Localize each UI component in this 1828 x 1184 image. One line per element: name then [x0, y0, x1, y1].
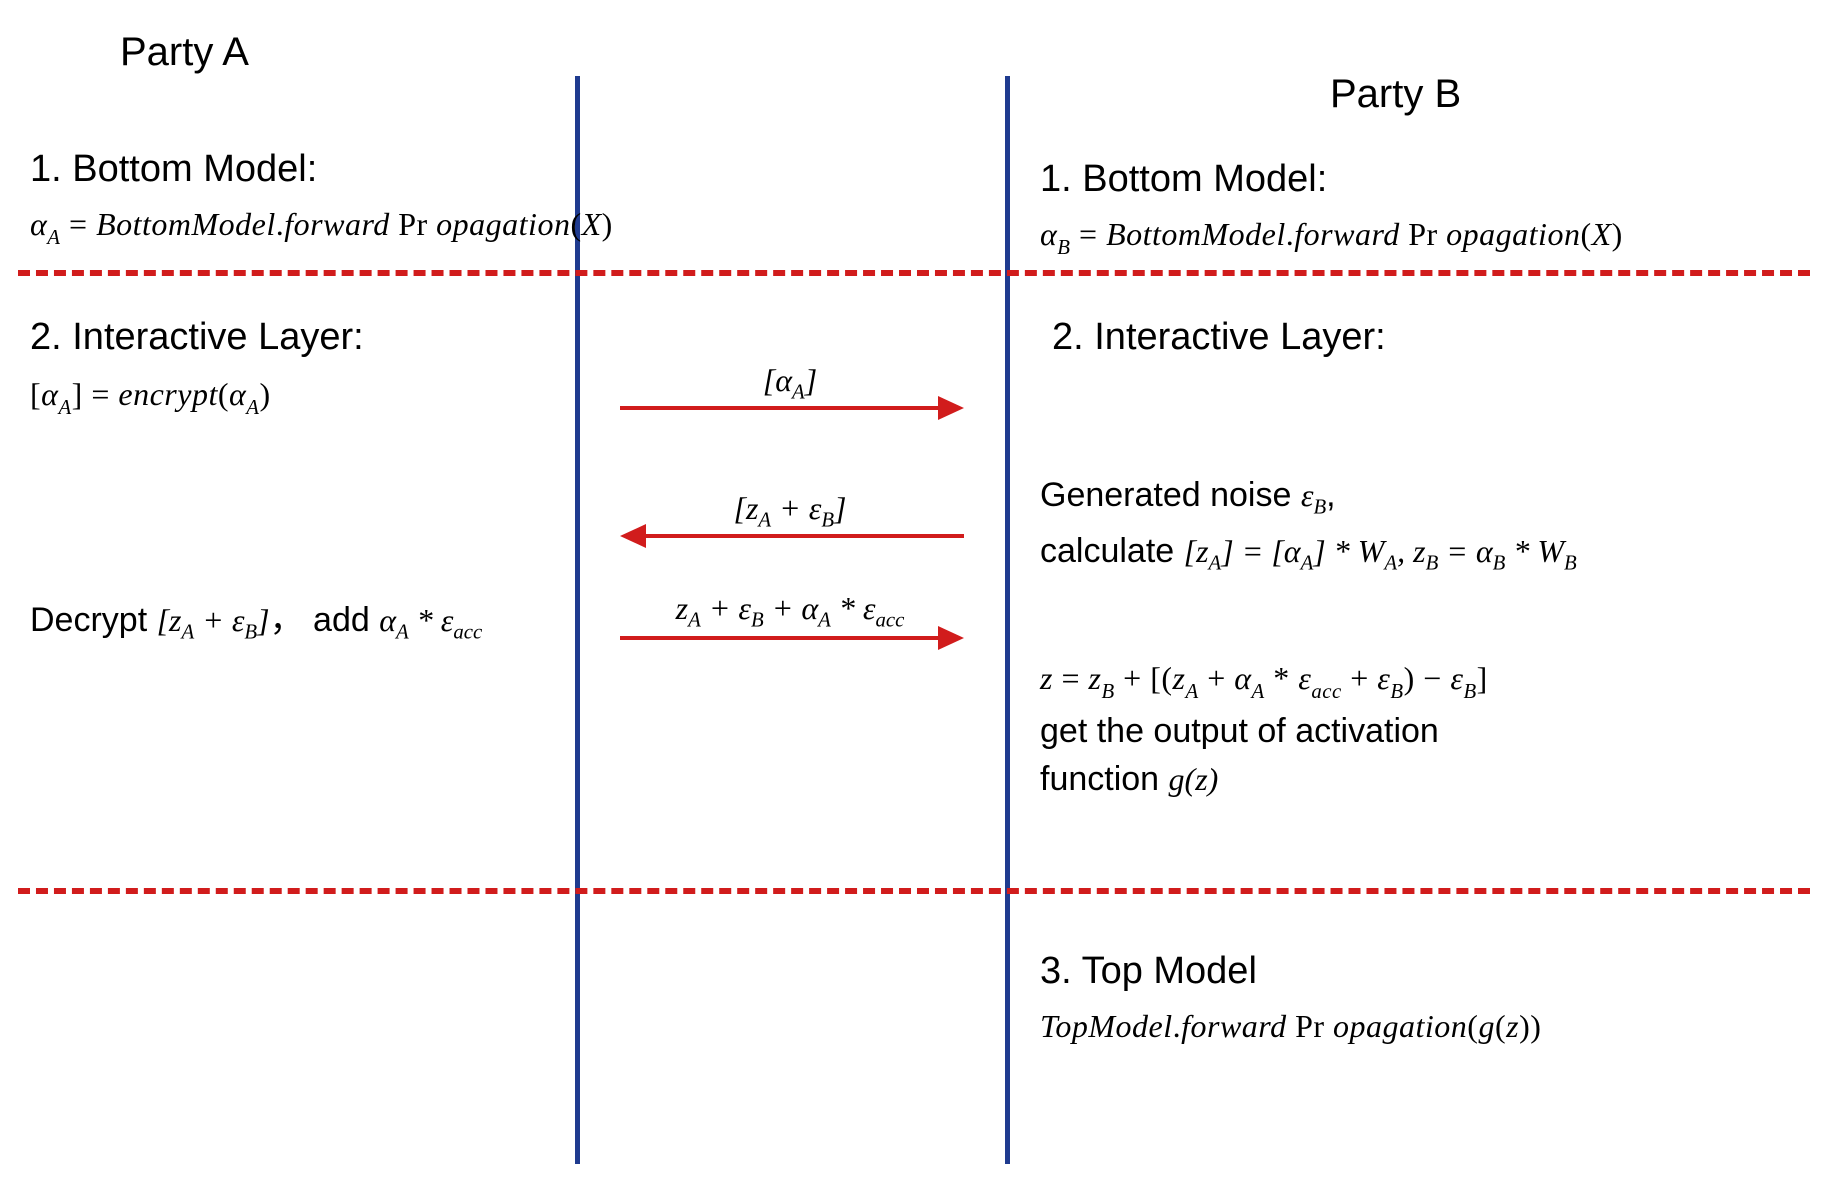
party-b-timeline	[1005, 76, 1010, 1164]
a-section1-formula: αA = BottomModel.forward Pr opagation(X)	[30, 206, 613, 248]
arrow2-head	[620, 524, 646, 548]
b-section3-title: 3. Top Model	[1040, 950, 1257, 993]
noise-suffix: ,	[1326, 476, 1335, 514]
b-noise-line: Generated noise εB,	[1040, 476, 1336, 519]
b-calc-line: calculate [zA] = [αA] * WA, zB = αB * WB	[1040, 532, 1577, 575]
a-section1-title: 1. Bottom Model:	[30, 148, 317, 191]
a-section2-title: 2. Interactive Layer:	[30, 316, 364, 359]
diagram-canvas: Party A Party B 1. Bottom Model: αA = Bo…	[0, 0, 1828, 1184]
b-output-line1: get the output of activation	[1040, 712, 1439, 751]
arrow3-label: zA + εB + αA * εacc	[600, 590, 980, 632]
arrow1-line	[620, 406, 940, 410]
decrypt-mid: ， add	[270, 601, 380, 639]
arrow2-label: [zA + εB]	[620, 490, 960, 532]
a-section2-decrypt: Decrypt [zA + εB]， add αA * εacc	[30, 592, 482, 644]
arrow1-label: [αA]	[620, 362, 960, 404]
arrow2-line	[644, 534, 964, 538]
b-section1-formula: αB = BottomModel.forward Pr opagation(X)	[1040, 216, 1623, 258]
a-section2-encrypt: [αA] = encrypt(αA)	[30, 376, 271, 418]
separator-1	[18, 270, 1810, 276]
calc-prefix: calculate	[1040, 532, 1184, 570]
b-output-line2: function g(z)	[1040, 760, 1218, 799]
output-prefix: function	[1040, 760, 1169, 798]
arrow3-head	[938, 626, 964, 650]
b-section3-formula: TopModel.forward Pr opagation(g(z))	[1040, 1008, 1541, 1045]
noise-prefix: Generated noise	[1040, 476, 1301, 514]
header-party-a: Party A	[120, 30, 249, 75]
header-party-b: Party B	[1330, 72, 1461, 117]
decrypt-prefix: Decrypt	[30, 601, 157, 639]
b-z-expr: z = zB + [(zA + αA * εacc + εB) − εB]	[1040, 660, 1488, 702]
separator-2	[18, 888, 1810, 894]
b-section1-title: 1. Bottom Model:	[1040, 158, 1327, 201]
b-section2-title: 2. Interactive Layer:	[1052, 316, 1386, 359]
arrow3-line	[620, 636, 940, 640]
arrow1-head	[938, 396, 964, 420]
